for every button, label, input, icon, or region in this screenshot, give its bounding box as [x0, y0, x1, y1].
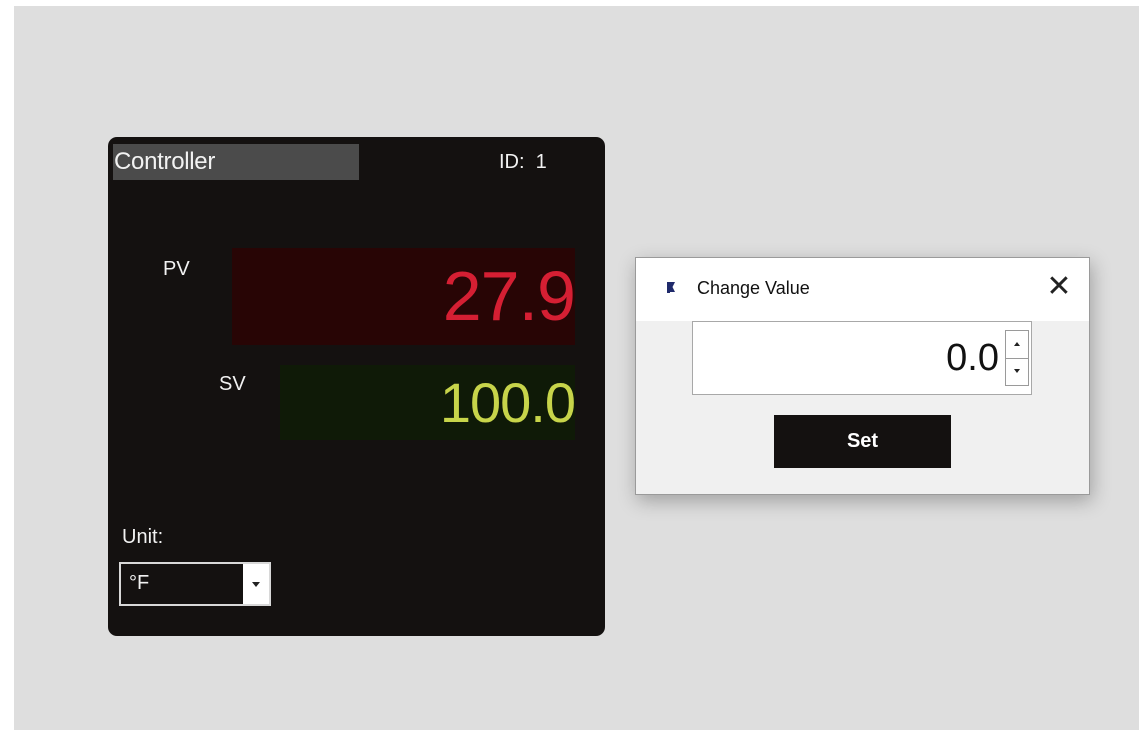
chevron-down-icon: [252, 582, 260, 587]
close-icon[interactable]: ✕: [1041, 270, 1077, 306]
chevron-up-icon: [1014, 342, 1020, 346]
unit-select[interactable]: °F: [119, 562, 271, 606]
chevron-down-icon: [1014, 369, 1020, 373]
set-button[interactable]: Set: [774, 415, 951, 468]
dialog-titlebar: Change Value ✕: [636, 258, 1089, 321]
value-spinbox[interactable]: 0.0: [692, 321, 1032, 395]
pv-label: PV: [163, 258, 190, 280]
sv-label: SV: [219, 373, 246, 395]
spin-value: 0.0: [946, 337, 999, 379]
spin-buttons: [1005, 330, 1029, 386]
change-value-dialog: Change Value ✕ 0.0 Set: [635, 257, 1090, 495]
pv-display: 27.9: [232, 248, 575, 345]
controller-panel: Controller ID: 1 PV 27.9 SV 100.0 Unit: …: [108, 137, 605, 636]
unit-selected-value: °F: [129, 572, 150, 594]
spin-down-button[interactable]: [1006, 358, 1028, 385]
unit-label: Unit:: [122, 526, 164, 548]
sv-display[interactable]: 100.0: [280, 365, 575, 440]
flag-icon: [667, 282, 675, 293]
dialog-title: Change Value: [697, 278, 810, 298]
unit-dropdown-button[interactable]: [243, 564, 269, 604]
controller-id: ID: 1: [499, 151, 547, 173]
spin-up-button[interactable]: [1006, 331, 1028, 359]
controller-title: Controller: [113, 144, 359, 180]
